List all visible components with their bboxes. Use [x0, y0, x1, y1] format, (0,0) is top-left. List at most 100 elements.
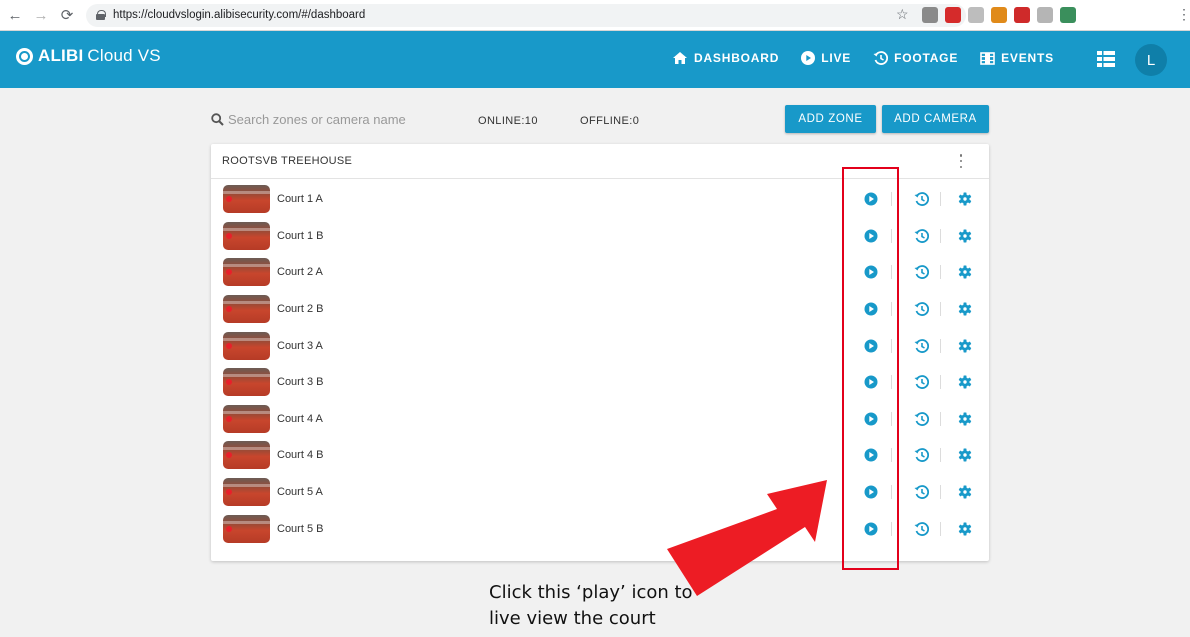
footage-history-icon[interactable] [912, 190, 930, 208]
camera-name: Court 5 B [277, 522, 324, 535]
main-nav: DASHBOARD LIVE FOOTAGE EVENTS [672, 51, 1076, 65]
settings-gear-icon[interactable] [956, 446, 974, 464]
back-icon[interactable]: ← [4, 4, 26, 26]
browser-extension-icon[interactable] [991, 7, 1007, 23]
search-field[interactable]: Search zones or camera name [211, 112, 406, 127]
camera-thumbnail[interactable] [223, 295, 270, 324]
settings-gear-icon[interactable] [956, 227, 974, 245]
nav-footage[interactable]: FOOTAGE [873, 51, 958, 65]
footage-history-icon[interactable] [912, 227, 930, 245]
divider [940, 338, 941, 353]
divider [940, 265, 941, 280]
settings-gear-icon[interactable] [956, 373, 974, 391]
lock-icon [96, 10, 106, 20]
footage-history-icon[interactable] [912, 337, 930, 355]
caption-line-2: live view the court [489, 608, 656, 629]
logo[interactable]: ALIBI Cloud VS [16, 46, 161, 66]
app-header: ALIBI Cloud VS DASHBOARD LIVE FOOTAGE EV… [0, 31, 1190, 88]
add-zone-button[interactable]: ADD ZONE [785, 105, 876, 133]
play-circle-icon [801, 51, 816, 65]
alibi-logo-icon [16, 47, 33, 65]
bookmark-star-icon[interactable]: ☆ [896, 6, 909, 23]
divider [940, 448, 941, 463]
camera-thumbnail[interactable] [223, 331, 270, 360]
footage-history-icon[interactable] [912, 520, 930, 538]
settings-gear-icon[interactable] [956, 483, 974, 501]
camera-thumbnail[interactable] [223, 221, 270, 250]
browser-extension-icon[interactable] [1060, 7, 1076, 23]
history-icon [873, 51, 889, 65]
browser-extension-icon[interactable] [945, 7, 961, 23]
footage-history-icon[interactable] [912, 446, 930, 464]
settings-gear-icon[interactable] [956, 520, 974, 538]
nav-events-label: EVENTS [1001, 51, 1054, 65]
divider [940, 485, 941, 500]
add-camera-button[interactable]: ADD CAMERA [882, 105, 989, 133]
camera-name: Court 4 B [277, 449, 324, 462]
camera-thumbnail[interactable] [223, 368, 270, 397]
settings-gear-icon[interactable] [956, 190, 974, 208]
search-icon [211, 113, 224, 126]
camera-name: Court 4 A [277, 412, 323, 425]
divider [940, 302, 941, 317]
zone-menu-icon[interactable] [959, 154, 963, 168]
camera-name: Court 1 B [277, 229, 324, 242]
camera-thumbnail[interactable] [223, 441, 270, 470]
nav-live-label: LIVE [821, 51, 852, 65]
camera-thumbnail[interactable] [223, 514, 270, 543]
reload-icon[interactable]: ⟳ [56, 4, 78, 26]
divider [940, 192, 941, 207]
browser-extension-icon[interactable] [1037, 7, 1053, 23]
nav-live[interactable]: LIVE [801, 51, 851, 65]
divider [940, 411, 941, 426]
list-view-icon[interactable] [1097, 51, 1115, 67]
logo-brand: ALIBI [38, 46, 84, 65]
nav-events[interactable]: EVENTS [980, 51, 1054, 65]
settings-gear-icon[interactable] [956, 300, 974, 318]
highlight-box [842, 167, 899, 570]
nav-dashboard-label: DASHBOARD [694, 51, 780, 65]
forward-icon[interactable]: → [30, 4, 52, 26]
camera-name: Court 1 A [277, 193, 323, 206]
footage-history-icon[interactable] [912, 410, 930, 428]
footage-history-icon[interactable] [912, 263, 930, 281]
divider [940, 228, 941, 243]
extension-icons [922, 7, 1076, 23]
logo-product: Cloud VS [87, 46, 161, 65]
footage-history-icon[interactable] [912, 373, 930, 391]
camera-name: Court 3 B [277, 376, 324, 389]
address-bar[interactable]: https://cloudvslogin.alibisecurity.com/#… [86, 3, 966, 27]
zone-title: ROOTSVB TREEHOUSE [222, 155, 353, 167]
camera-name: Court 2 B [277, 303, 324, 316]
camera-thumbnail[interactable] [223, 258, 270, 287]
browser-menu-icon[interactable]: ⋮ [1177, 6, 1190, 23]
browser-extension-icon[interactable] [1014, 7, 1030, 23]
browser-extension-icon[interactable] [968, 7, 984, 23]
search-placeholder: Search zones or camera name [228, 112, 406, 127]
camera-name: Court 3 A [277, 339, 323, 352]
browser-toolbar: ← → ⟳ https://cloudvslogin.alibisecurity… [0, 0, 1190, 31]
camera-thumbnail[interactable] [223, 404, 270, 433]
camera-thumbnail[interactable] [223, 478, 270, 507]
settings-gear-icon[interactable] [956, 337, 974, 355]
settings-gear-icon[interactable] [956, 410, 974, 428]
nav-footage-label: FOOTAGE [894, 51, 959, 65]
offline-count: OFFLINE:0 [580, 115, 640, 127]
footage-history-icon[interactable] [912, 300, 930, 318]
divider [940, 375, 941, 390]
settings-gear-icon[interactable] [956, 263, 974, 281]
user-avatar[interactable]: L [1135, 44, 1167, 76]
online-count: ONLINE:10 [478, 115, 538, 127]
camera-thumbnail[interactable] [223, 185, 270, 214]
divider [940, 521, 941, 536]
camera-name: Court 2 A [277, 266, 323, 279]
camera-name: Court 5 A [277, 486, 323, 499]
film-icon [980, 51, 995, 65]
url-text: https://cloudvslogin.alibisecurity.com/#… [113, 9, 366, 21]
annotation-caption: Click this ‘play’ icon to live view the … [489, 580, 693, 632]
caption-line-1: Click this ‘play’ icon to [489, 582, 693, 603]
nav-dashboard[interactable]: DASHBOARD [672, 51, 779, 65]
home-icon [673, 52, 687, 64]
footage-history-icon[interactable] [912, 483, 930, 501]
browser-extension-icon[interactable] [922, 7, 938, 23]
